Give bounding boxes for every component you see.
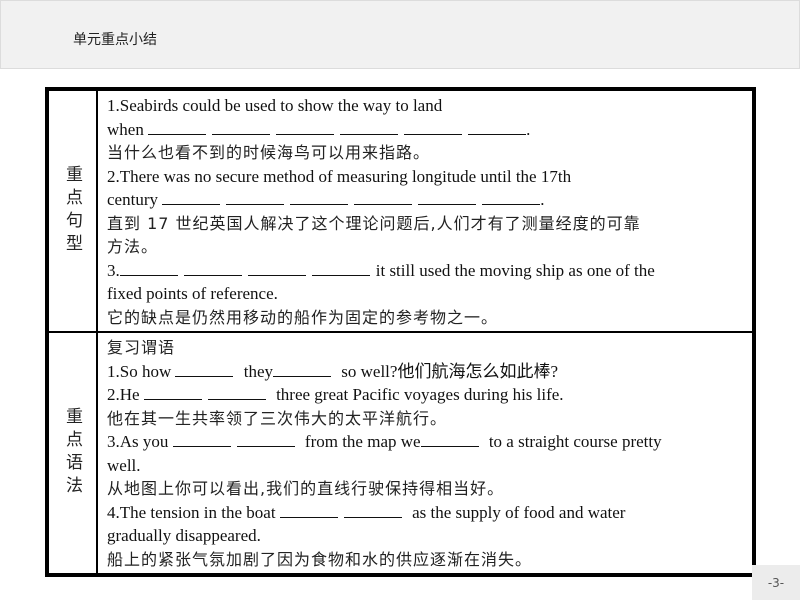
fill-blank[interactable]	[420, 432, 479, 447]
sentence-1-english-line-1: 1.Seabirds could be used to show the way…	[107, 96, 443, 115]
sentence-2-chinese-line-2: 方法。	[107, 237, 159, 256]
grammar-4-line: 4.The tension in the boat as the supply …	[107, 501, 734, 525]
fill-blank[interactable]	[236, 432, 295, 447]
fill-blank[interactable]	[354, 190, 413, 205]
grammar-3-chinese: 从地图上你可以看出,我们的直线行驶保持得相当好。	[107, 479, 505, 498]
grammar-2-part-2: three great Pacific voyages during his l…	[276, 385, 564, 404]
grammar-heading: 复习谓语	[107, 338, 176, 357]
fill-blank[interactable]	[143, 385, 202, 400]
fill-blank[interactable]	[418, 190, 477, 205]
fill-blank[interactable]	[148, 120, 207, 135]
sentence-1-chinese: 当什么也看不到的时候海鸟可以用来指路。	[107, 143, 431, 162]
fill-blank[interactable]	[175, 362, 234, 377]
fill-blank[interactable]	[247, 261, 306, 276]
slide-header: 单元重点小结	[0, 0, 800, 69]
key-sentences-content: 1.Seabirds could be used to show the way…	[107, 94, 734, 329]
sentence-1-prefix: when	[107, 119, 144, 139]
grammar-3-part-2: from the map we	[304, 432, 421, 451]
page-number: -3-	[752, 565, 800, 600]
grammar-1-part-3: so well?他们航海怎么如此棒?	[341, 361, 558, 381]
key-sentences-row: 重点句型 1.Seabirds could be used to show th…	[49, 91, 752, 333]
fill-blank[interactable]	[183, 261, 242, 276]
grammar-2-part-1: 2.He	[107, 385, 140, 404]
fill-blank[interactable]	[276, 120, 335, 135]
sentence-1-suffix: .	[526, 119, 531, 139]
key-grammar-row: 重点语法 复习谓语 1.So how they so well?他们航海怎么如此…	[49, 333, 752, 573]
summary-table: 重点句型 1.Seabirds could be used to show th…	[45, 87, 756, 577]
sentence-3-english-line-2: fixed points of reference.	[107, 284, 278, 303]
grammar-1-part-1: 1.So how	[107, 361, 172, 381]
grammar-3-part-3: to a straight course pretty	[488, 432, 662, 451]
fill-blank[interactable]	[119, 261, 178, 276]
sentence-2-suffix: .	[540, 190, 545, 209]
fill-blank[interactable]	[290, 190, 349, 205]
sentence-2-english-line-1: 2.There was no secure method of measurin…	[107, 166, 572, 186]
grammar-4-part-2: as the supply of food and water	[412, 502, 626, 522]
sentence-3-prefix: 3.	[107, 260, 120, 280]
key-sentences-label: 重点句型	[62, 165, 82, 257]
grammar-4-line-2: gradually disappeared.	[107, 526, 261, 545]
slide-title: 单元重点小结	[73, 32, 157, 48]
fill-blank[interactable]	[162, 190, 221, 205]
fill-blank[interactable]	[172, 432, 231, 447]
fill-blank[interactable]	[279, 503, 338, 518]
fill-blank[interactable]	[311, 261, 370, 276]
fill-blank[interactable]	[273, 362, 332, 377]
sentence-3-chinese: 它的缺点是仍然用移动的船作为固定的参考物之一。	[107, 307, 499, 327]
sentence-2-chinese-line-1: 直到 17 世纪英国人解决了这个理论问题后,人们才有了测量经度的可靠	[107, 213, 641, 233]
grammar-1-line: 1.So how they so well?他们航海怎么如此棒?	[107, 360, 734, 384]
grammar-3-part-1: 3.As you	[107, 432, 169, 451]
key-grammar-content: 复习谓语 1.So how they so well?他们航海怎么如此棒? 2.…	[107, 336, 734, 571]
fill-blank[interactable]	[468, 120, 527, 135]
grammar-3-line: 3.As you from the map we to a straight c…	[107, 430, 734, 454]
fill-blank[interactable]	[340, 120, 399, 135]
grammar-2-chinese: 他在其一生共率领了三次伟大的太平洋航行。	[107, 408, 448, 428]
grammar-3-line-2: well.	[107, 455, 141, 475]
sentence-1-english-line-2: when .	[107, 118, 734, 142]
fill-blank[interactable]	[226, 190, 285, 205]
fill-blank[interactable]	[343, 503, 402, 518]
grammar-4-part-1: 4.The tension in the boat	[107, 502, 276, 522]
fill-blank[interactable]	[482, 190, 541, 205]
grammar-1-part-2: they	[243, 361, 274, 381]
grammar-4-chinese: 船上的紧张气氛加剧了因为食物和水的供应逐渐在消失。	[107, 549, 533, 569]
fill-blank[interactable]	[404, 120, 463, 135]
sentence-2-english-line-2: century .	[107, 188, 734, 212]
fill-blank[interactable]	[207, 385, 266, 400]
key-grammar-label: 重点语法	[62, 407, 82, 499]
sentence-2-prefix: century	[107, 190, 158, 209]
key-sentences-label-cell: 重点句型	[49, 91, 98, 331]
key-grammar-label-cell: 重点语法	[49, 333, 98, 573]
grammar-2-line: 2.He three great Pacific voyages during …	[107, 383, 734, 407]
sentence-3-english-line-1: 3. it still used the moving ship as one o…	[107, 259, 734, 283]
fill-blank[interactable]	[212, 120, 271, 135]
sentence-3-suffix: it still used the moving ship as one of …	[375, 260, 655, 280]
